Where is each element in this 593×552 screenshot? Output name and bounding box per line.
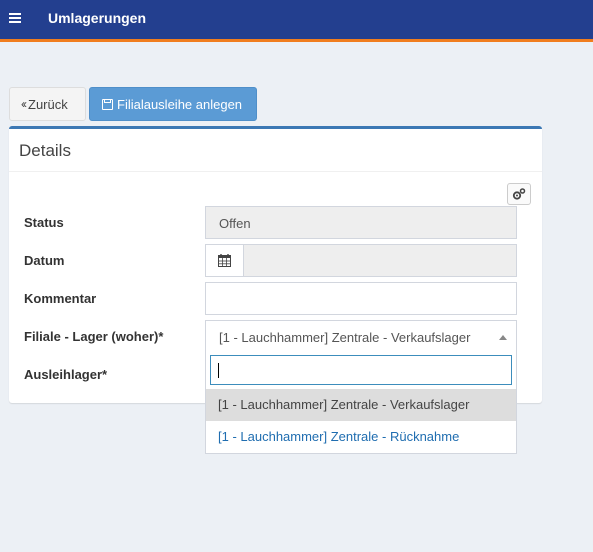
settings-button[interactable] [507,183,531,205]
create-button-label: Filialausleihe anlegen [117,96,243,112]
back-button[interactable]: ‹‹ Zurück [9,87,86,121]
source-warehouse-dropdown: [1 - Lauchhammer] Zentrale - Verkaufslag… [205,349,517,454]
comment-label: Kommentar [24,291,97,306]
dropdown-option-highlighted[interactable]: [1 - Lauchhammer] Zentrale - Verkaufslag… [206,389,516,421]
dropdown-option[interactable]: [1 - Lauchhammer] Zentrale - Rücknahme [206,421,516,453]
date-picker-button[interactable] [206,245,244,276]
status-field: Offen [205,206,517,239]
dropdown-search-input[interactable] [210,355,512,385]
date-label: Datum [24,253,65,268]
double-chevron-left-icon: ‹‹ [21,97,27,111]
dropdown-option-label: [1 - Lauchhammer] Zentrale - Verkaufslag… [218,397,470,412]
source-warehouse-label: Filiale - Lager (woher)* [24,329,164,344]
text-cursor [218,363,219,378]
comment-input[interactable] [205,282,517,315]
panel-title: Details [19,141,71,160]
calendar-icon [218,254,231,267]
dropdown-option-label: [1 - Lauchhammer] Zentrale - Rücknahme [218,429,460,444]
hamburger-menu-icon[interactable] [9,13,21,23]
date-field[interactable] [205,244,517,277]
loan-warehouse-label: Ausleihlager* [24,367,108,382]
create-branch-loan-button[interactable]: Filialausleihe anlegen [89,87,257,121]
top-navbar: Umlagerungen [0,0,593,42]
caret-up-icon [499,335,507,340]
floppy-disk-icon [102,98,113,110]
status-label: Status [24,215,64,230]
app-title: Umlagerungen [48,10,147,26]
date-input[interactable] [244,245,516,276]
source-warehouse-selected: [1 - Lauchhammer] Zentrale - Verkaufslag… [219,330,471,345]
panel-divider [9,171,542,172]
status-value: Offen [219,216,251,231]
back-button-label: Zurück [28,96,68,112]
gears-icon [512,188,526,200]
